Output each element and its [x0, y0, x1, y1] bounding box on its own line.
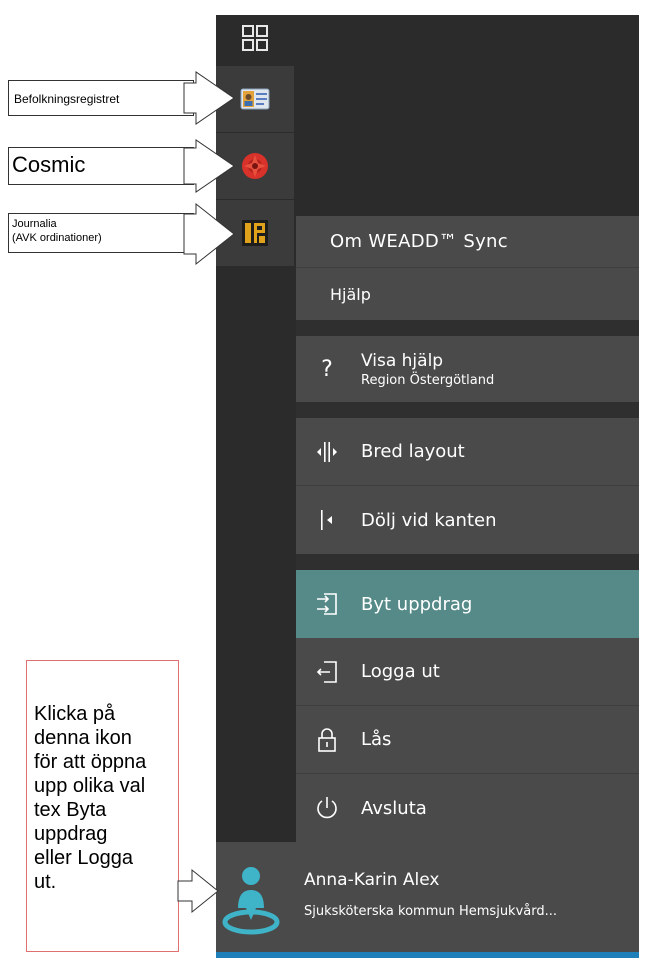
apps-grid-button[interactable]: [216, 15, 294, 61]
switch-assignment-icon: [310, 591, 344, 617]
question-mark-icon: ?: [321, 356, 333, 382]
user-avatar-icon: [222, 867, 280, 935]
annotation-befolkning-label: Befolkningsregistret: [14, 92, 120, 106]
annotation-arrow-journalia: [183, 202, 235, 266]
cosmic-icon: [242, 153, 268, 179]
hide-edge-label: Dölj vid kanten: [361, 509, 497, 531]
annotation-cosmic-label: Cosmic: [12, 152, 86, 177]
user-profile-button[interactable]: Anna-Karin Alex Sjuksköterska kommun Hem…: [216, 842, 639, 952]
annotation-arrow-cosmic: [183, 139, 235, 193]
annotation-note-text: Klicka på denna ikon för att öppna upp o…: [34, 703, 147, 893]
journalia-icon: [242, 220, 268, 246]
switch-assignment-menu-item[interactable]: Byt uppdrag: [296, 570, 639, 638]
annotation-arrow-befolkning: [183, 71, 235, 125]
logout-icon: [310, 659, 344, 685]
power-icon: [310, 795, 344, 821]
quit-label: Avsluta: [361, 797, 427, 819]
logout-menu-item[interactable]: Logga ut: [296, 638, 639, 706]
lock-menu-item[interactable]: Lås: [296, 706, 639, 774]
hide-edge-icon: [310, 508, 344, 532]
menu-separator: [296, 320, 639, 336]
show-help-subtitle: Region Östergötland: [361, 372, 495, 388]
logout-label: Logga ut: [361, 661, 440, 682]
lock-label: Lås: [361, 729, 392, 750]
annotation-journalia-sublabel: (AVK ordinationer): [12, 232, 102, 244]
wide-layout-label: Bred layout: [361, 441, 465, 462]
about-label: Om WEADD™ Sync: [330, 231, 508, 252]
show-help-text: Visa hjälp Region Östergötland: [361, 351, 494, 388]
annotation-arrow-user: [177, 868, 219, 914]
menu-separator: [296, 402, 639, 418]
help-menu-header[interactable]: Hjälp: [296, 268, 639, 320]
accent-strip: [216, 952, 639, 958]
window-edge: [639, 15, 647, 956]
show-help-title: Visa hjälp: [361, 350, 444, 371]
user-role: Sjuksköterska kommun Hemsjukvård...: [304, 904, 558, 919]
id-card-icon: [240, 88, 270, 110]
about-menu-item[interactable]: Om WEADD™ Sync: [296, 216, 639, 268]
user-name: Anna-Karin Alex: [304, 870, 440, 890]
show-help-menu-item[interactable]: ? Visa hjälp Region Östergötland: [296, 336, 639, 402]
wide-layout-icon: [310, 440, 344, 464]
hide-at-edge-menu-item[interactable]: Dölj vid kanten: [296, 486, 639, 554]
wide-layout-menu-item[interactable]: Bred layout: [296, 418, 639, 486]
quit-menu-item[interactable]: Avsluta: [296, 774, 639, 842]
help-label: Hjälp: [330, 284, 371, 304]
menu-separator: [296, 554, 639, 570]
apps-grid-icon: [242, 25, 268, 51]
lock-icon: [310, 727, 344, 753]
annotation-journalia-label: Journalia: [12, 218, 57, 230]
switch-assignment-label: Byt uppdrag: [361, 593, 473, 615]
